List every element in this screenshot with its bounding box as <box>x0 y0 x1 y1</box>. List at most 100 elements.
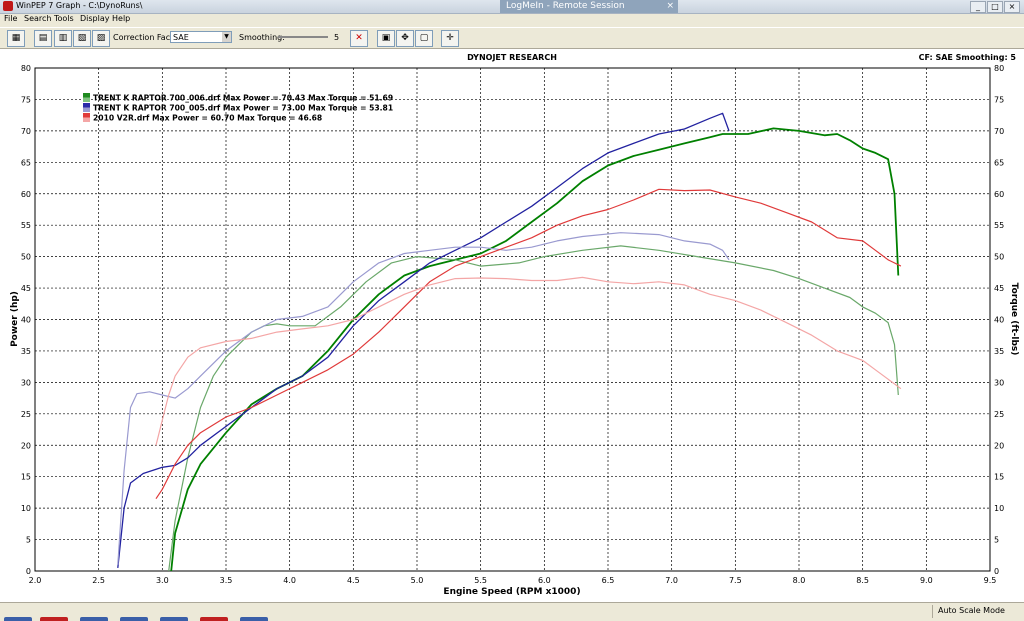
close-icon[interactable]: × <box>1004 1 1020 13</box>
y-tick-label-left: 25 <box>21 410 31 419</box>
maximize-icon[interactable]: □ <box>987 1 1003 13</box>
menu-display[interactable]: Display <box>80 14 110 23</box>
legend-swatch <box>83 97 90 102</box>
legend-entry: TRENT K RAPTOR 700_005.drf Max Power = 7… <box>93 104 393 113</box>
series-line-3-power <box>117 112 730 568</box>
title-bar: WinPEP 7 Graph - C:\DynoRuns\ LogMeIn - … <box>0 0 1024 14</box>
taskbar-button[interactable] <box>160 617 188 621</box>
graph-power-icon[interactable]: ▥ <box>54 30 72 47</box>
x-tick-label: 9.0 <box>920 576 933 585</box>
taskbar-button[interactable] <box>4 617 32 621</box>
x-tick-label: 5.5 <box>474 576 487 585</box>
dyno-chart[interactable]: DYNOJET RESEARCH CF: SAE Smoothing: 5 2.… <box>0 49 1024 602</box>
y-tick-label-left: 45 <box>21 284 31 293</box>
x-tick-label: 2.5 <box>92 576 105 585</box>
series-line-4-torque <box>117 232 730 565</box>
status-mode: Auto Scale Mode <box>938 606 1005 615</box>
y-tick-label-left: 5 <box>26 536 31 545</box>
axis-ticks: 2.0 2.5 3.0 3.5 4.0 4.5 5.0 5.5 6.0 6.5 7.0 7.5 8.0 8… <box>21 64 1004 585</box>
y-tick-label-right: 0 <box>994 567 999 576</box>
status-bar: Auto Scale Mode <box>0 602 1024 621</box>
menu-tools[interactable]: Tools <box>54 14 74 23</box>
y-tick-label-left: 30 <box>21 378 31 387</box>
y-tick-label-right: 10 <box>994 504 1004 513</box>
x-tick-label: 8.5 <box>856 576 869 585</box>
legend-swatch <box>83 93 90 98</box>
x-tick-label: 8.0 <box>793 576 806 585</box>
series-lines <box>117 112 902 572</box>
x-tick-label: 4.0 <box>283 576 296 585</box>
graph-overlay-icon[interactable]: ▨ <box>92 30 110 47</box>
minimize-icon[interactable]: _ <box>970 1 986 13</box>
graph-torque-icon[interactable]: ▧ <box>73 30 91 47</box>
series-line-1-power <box>170 127 900 572</box>
print-icon[interactable]: ▢ <box>415 30 433 47</box>
menu-file[interactable]: File <box>4 14 17 23</box>
legend-swatch <box>83 103 90 108</box>
correction-factor-select[interactable]: SAE ▼ <box>170 31 232 43</box>
app-logo-icon <box>3 1 13 11</box>
smoothing-value: 5 <box>334 33 340 42</box>
zoom-icon[interactable]: ▣ <box>377 30 395 47</box>
grid <box>35 68 990 571</box>
legend-entry: 2010 V2R.drf Max Power = 60.70 Max Torqu… <box>93 114 322 123</box>
status-divider <box>932 605 933 618</box>
y-tick-label-right: 70 <box>994 127 1004 136</box>
y-tick-label-left: 50 <box>21 253 31 262</box>
series-line-5-power <box>155 188 902 500</box>
y-tick-label-right: 40 <box>994 316 1004 325</box>
series-line-2-torque <box>168 245 899 572</box>
y-tick-label-right: 5 <box>994 536 999 545</box>
data-table-icon[interactable]: ▦ <box>7 30 25 47</box>
smoothing-slider[interactable] <box>278 36 328 38</box>
legend: TRENT K RAPTOR 700_006.drf Max Power = 7… <box>83 93 393 123</box>
taskbar-button[interactable] <box>240 617 268 621</box>
x-tick-label: 7.0 <box>665 576 678 585</box>
y-tick-label-left: 55 <box>21 221 31 230</box>
y-tick-label-right: 55 <box>994 221 1004 230</box>
toolbar: ▦ ▤ ▥ ▧ ▨ Correction Factor: SAE ▼ Smoot… <box>0 27 1024 49</box>
taskbar-button[interactable] <box>200 617 228 621</box>
y-tick-label-right: 30 <box>994 378 1004 387</box>
y-tick-label-left: 70 <box>21 127 31 136</box>
legend-swatch <box>83 113 90 118</box>
chart-header: DYNOJET RESEARCH <box>467 53 557 62</box>
y-tick-label-right: 15 <box>994 473 1004 482</box>
app-title: WinPEP 7 Graph - C:\DynoRuns\ <box>16 1 143 10</box>
taskbar-button[interactable] <box>80 617 108 621</box>
taskbar-button[interactable] <box>40 617 68 621</box>
y-tick-label-right: 60 <box>994 190 1004 199</box>
x-tick-label: 7.5 <box>729 576 742 585</box>
y-tick-label-left: 10 <box>21 504 31 513</box>
legend-entry: TRENT K RAPTOR 700_006.drf Max Power = 7… <box>93 94 393 103</box>
series-line-6-torque <box>155 276 902 446</box>
clear-icon[interactable]: ✕ <box>350 30 368 47</box>
menu-help[interactable]: Help <box>112 14 130 23</box>
x-axis-label: Engine Speed (RPM x1000) <box>443 587 580 597</box>
y-tick-label-left: 0 <box>26 567 31 576</box>
graph-icon[interactable]: ▤ <box>34 30 52 47</box>
x-tick-label: 5.0 <box>411 576 424 585</box>
crosshair-icon[interactable]: ✛ <box>441 30 459 47</box>
y-tick-label-right: 25 <box>994 410 1004 419</box>
x-tick-label: 6.0 <box>538 576 551 585</box>
y-tick-label-right: 80 <box>994 64 1004 73</box>
x-tick-label: 3.5 <box>220 576 233 585</box>
taskbar-button[interactable] <box>120 617 148 621</box>
chevron-down-icon: ▼ <box>222 32 231 42</box>
y-tick-label-right: 35 <box>994 347 1004 356</box>
remote-session-bar[interactable]: LogMeIn - Remote Session × <box>500 0 678 13</box>
y-tick-label-left: 20 <box>21 441 31 450</box>
x-tick-label: 2.0 <box>29 576 42 585</box>
legend-swatch <box>83 107 90 112</box>
y-tick-label-right: 65 <box>994 158 1004 167</box>
cursor-icon[interactable]: ✥ <box>396 30 414 47</box>
legend-swatch <box>83 117 90 122</box>
remote-session-title: LogMeIn - Remote Session <box>506 1 625 11</box>
y-tick-label-left: 35 <box>21 347 31 356</box>
x-tick-label: 6.5 <box>602 576 615 585</box>
y-tick-label-left: 80 <box>21 64 31 73</box>
y-tick-label-left: 15 <box>21 473 31 482</box>
remote-close-icon[interactable]: × <box>666 0 674 13</box>
menu-search[interactable]: Search <box>24 14 51 23</box>
